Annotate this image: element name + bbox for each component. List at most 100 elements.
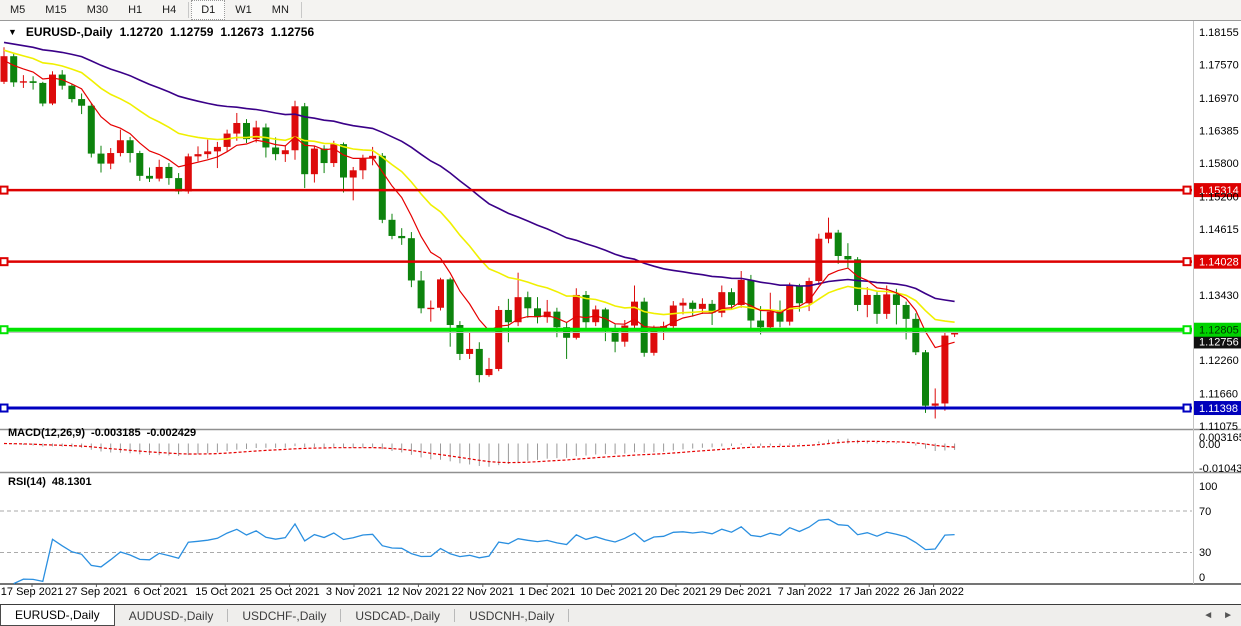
candle bbox=[844, 243, 851, 267]
timeframe-button-m30[interactable]: M30 bbox=[77, 0, 118, 20]
svg-text:1.17570: 1.17570 bbox=[1199, 60, 1239, 72]
svg-text:22 Nov 2021: 22 Nov 2021 bbox=[452, 586, 514, 598]
ohlc-close: 1.12756 bbox=[271, 25, 314, 39]
svg-text:-0.01043: -0.01043 bbox=[1199, 463, 1241, 475]
svg-text:3 Nov 2021: 3 Nov 2021 bbox=[326, 586, 382, 598]
svg-text:1.12805: 1.12805 bbox=[1199, 325, 1239, 337]
candle bbox=[379, 153, 386, 223]
candle bbox=[486, 358, 493, 377]
candles-layer bbox=[1, 47, 959, 418]
candle bbox=[340, 142, 347, 192]
timeframe-button-m15[interactable]: M15 bbox=[35, 0, 76, 20]
chart-dropdown-icon[interactable]: ▼ bbox=[8, 27, 17, 37]
candle bbox=[107, 148, 114, 169]
svg-text:1.14028: 1.14028 bbox=[1199, 257, 1239, 269]
line-handle-right[interactable] bbox=[1184, 326, 1191, 333]
timeframe-button-h1[interactable]: H1 bbox=[118, 0, 152, 20]
candle bbox=[932, 388, 939, 418]
line-handle-right[interactable] bbox=[1184, 405, 1191, 412]
svg-text:0: 0 bbox=[1199, 572, 1205, 584]
svg-text:30: 30 bbox=[1199, 547, 1211, 559]
candle bbox=[350, 167, 357, 200]
candle bbox=[903, 302, 910, 340]
candle bbox=[524, 292, 531, 318]
svg-text:25 Oct 2021: 25 Oct 2021 bbox=[260, 586, 320, 598]
timeframe-button-w1[interactable]: W1 bbox=[225, 0, 262, 20]
svg-text:26 Jan 2022: 26 Jan 2022 bbox=[903, 586, 964, 598]
tab-usdchf-daily[interactable]: USDCHF-,Daily bbox=[228, 605, 340, 626]
rsi-indicator-label: RSI(14) 48.1301 bbox=[8, 476, 92, 488]
line-handle-right[interactable] bbox=[1184, 187, 1191, 194]
candle bbox=[835, 230, 842, 264]
candle bbox=[786, 283, 793, 326]
tab-usdcnh-daily[interactable]: USDCNH-,Daily bbox=[455, 605, 568, 626]
tab-eurusd-daily[interactable]: EURUSD-,Daily bbox=[0, 605, 115, 626]
svg-text:7 Jan 2022: 7 Jan 2022 bbox=[778, 586, 832, 598]
candle bbox=[78, 93, 85, 114]
price-axis: 1.181551.175701.169701.163851.158001.152… bbox=[1199, 27, 1239, 433]
candle bbox=[195, 146, 202, 161]
svg-text:15 Oct 2021: 15 Oct 2021 bbox=[195, 586, 255, 598]
chart-symbol-label: EURUSD-,Daily bbox=[26, 25, 113, 39]
candle bbox=[689, 301, 696, 317]
candle bbox=[476, 342, 483, 382]
candle bbox=[165, 163, 172, 185]
tab-scroll-right-icon[interactable]: ► bbox=[1223, 610, 1233, 621]
svg-text:1.13430: 1.13430 bbox=[1199, 290, 1239, 302]
tab-label: EURUSD-,Daily bbox=[15, 608, 100, 622]
candle bbox=[602, 308, 609, 341]
candle bbox=[418, 271, 425, 313]
candle bbox=[253, 121, 260, 143]
svg-text:1.11398: 1.11398 bbox=[1199, 403, 1238, 415]
candle bbox=[1, 47, 8, 84]
date-axis: 17 Sep 202127 Sep 20216 Oct 202115 Oct 2… bbox=[1, 584, 964, 598]
mt4-terminal-window: M5 M15 M30 H1 H4 D1 W1 MN 1.153141.14028… bbox=[0, 0, 1241, 626]
chart-canvas[interactable]: 1.153141.140281.127561.113981.128051.181… bbox=[0, 0, 1241, 626]
svg-text:1.15200: 1.15200 bbox=[1199, 191, 1239, 203]
svg-text:29 Dec 2021: 29 Dec 2021 bbox=[709, 586, 771, 598]
candle bbox=[456, 321, 463, 360]
svg-text:100: 100 bbox=[1199, 481, 1217, 493]
svg-text:1.14615: 1.14615 bbox=[1199, 224, 1239, 236]
candle bbox=[204, 140, 211, 159]
line-handle-left[interactable] bbox=[1, 258, 8, 265]
candle bbox=[30, 76, 37, 89]
pane-frames bbox=[0, 21, 1241, 584]
candle bbox=[437, 278, 444, 311]
line-handle-left[interactable] bbox=[1, 405, 8, 412]
candle bbox=[292, 101, 299, 160]
candle bbox=[747, 275, 754, 331]
candle bbox=[262, 124, 269, 158]
tab-label: USDCAD-,Daily bbox=[355, 609, 440, 623]
candle bbox=[49, 71, 56, 105]
tab-audusd-daily[interactable]: AUDUSD-,Daily bbox=[115, 605, 228, 626]
ohlc-high: 1.12759 bbox=[170, 25, 213, 39]
horizontal-lines-layer: 1.153141.140281.127561.113981.12805 bbox=[0, 183, 1241, 415]
svg-text:70: 70 bbox=[1199, 506, 1211, 518]
candle bbox=[408, 232, 415, 287]
line-handle-left[interactable] bbox=[1, 187, 8, 194]
timeframe-button-mn[interactable]: MN bbox=[262, 0, 299, 20]
line-handle-right[interactable] bbox=[1184, 258, 1191, 265]
rsi-pane bbox=[0, 511, 1192, 584]
candle bbox=[282, 145, 289, 162]
candle bbox=[815, 234, 822, 285]
timeframe-button-d1[interactable]: D1 bbox=[191, 0, 225, 20]
candle bbox=[874, 292, 881, 324]
macd-pane bbox=[4, 439, 955, 467]
tab-scroll-left-icon[interactable]: ◄ bbox=[1203, 610, 1213, 621]
tab-usdcad-daily[interactable]: USDCAD-,Daily bbox=[341, 605, 454, 626]
svg-text:1.15800: 1.15800 bbox=[1199, 158, 1239, 170]
candle bbox=[10, 53, 17, 87]
macd-name: MACD(12,26,9) bbox=[8, 427, 85, 439]
toolbar-separator bbox=[188, 2, 189, 18]
tab-scroll-controls: ◄ ► bbox=[1203, 605, 1241, 626]
candle bbox=[136, 151, 143, 181]
svg-text:17 Sep 2021: 17 Sep 2021 bbox=[1, 586, 63, 598]
candle bbox=[922, 350, 929, 413]
chart-tab-bar: EURUSD-,Daily AUDUSD-,Daily USDCHF-,Dail… bbox=[0, 604, 1241, 626]
line-handle-left[interactable] bbox=[1, 326, 8, 333]
timeframe-button-m5[interactable]: M5 bbox=[0, 0, 35, 20]
svg-text:10 Dec 2021: 10 Dec 2021 bbox=[580, 586, 642, 598]
timeframe-button-h4[interactable]: H4 bbox=[152, 0, 186, 20]
